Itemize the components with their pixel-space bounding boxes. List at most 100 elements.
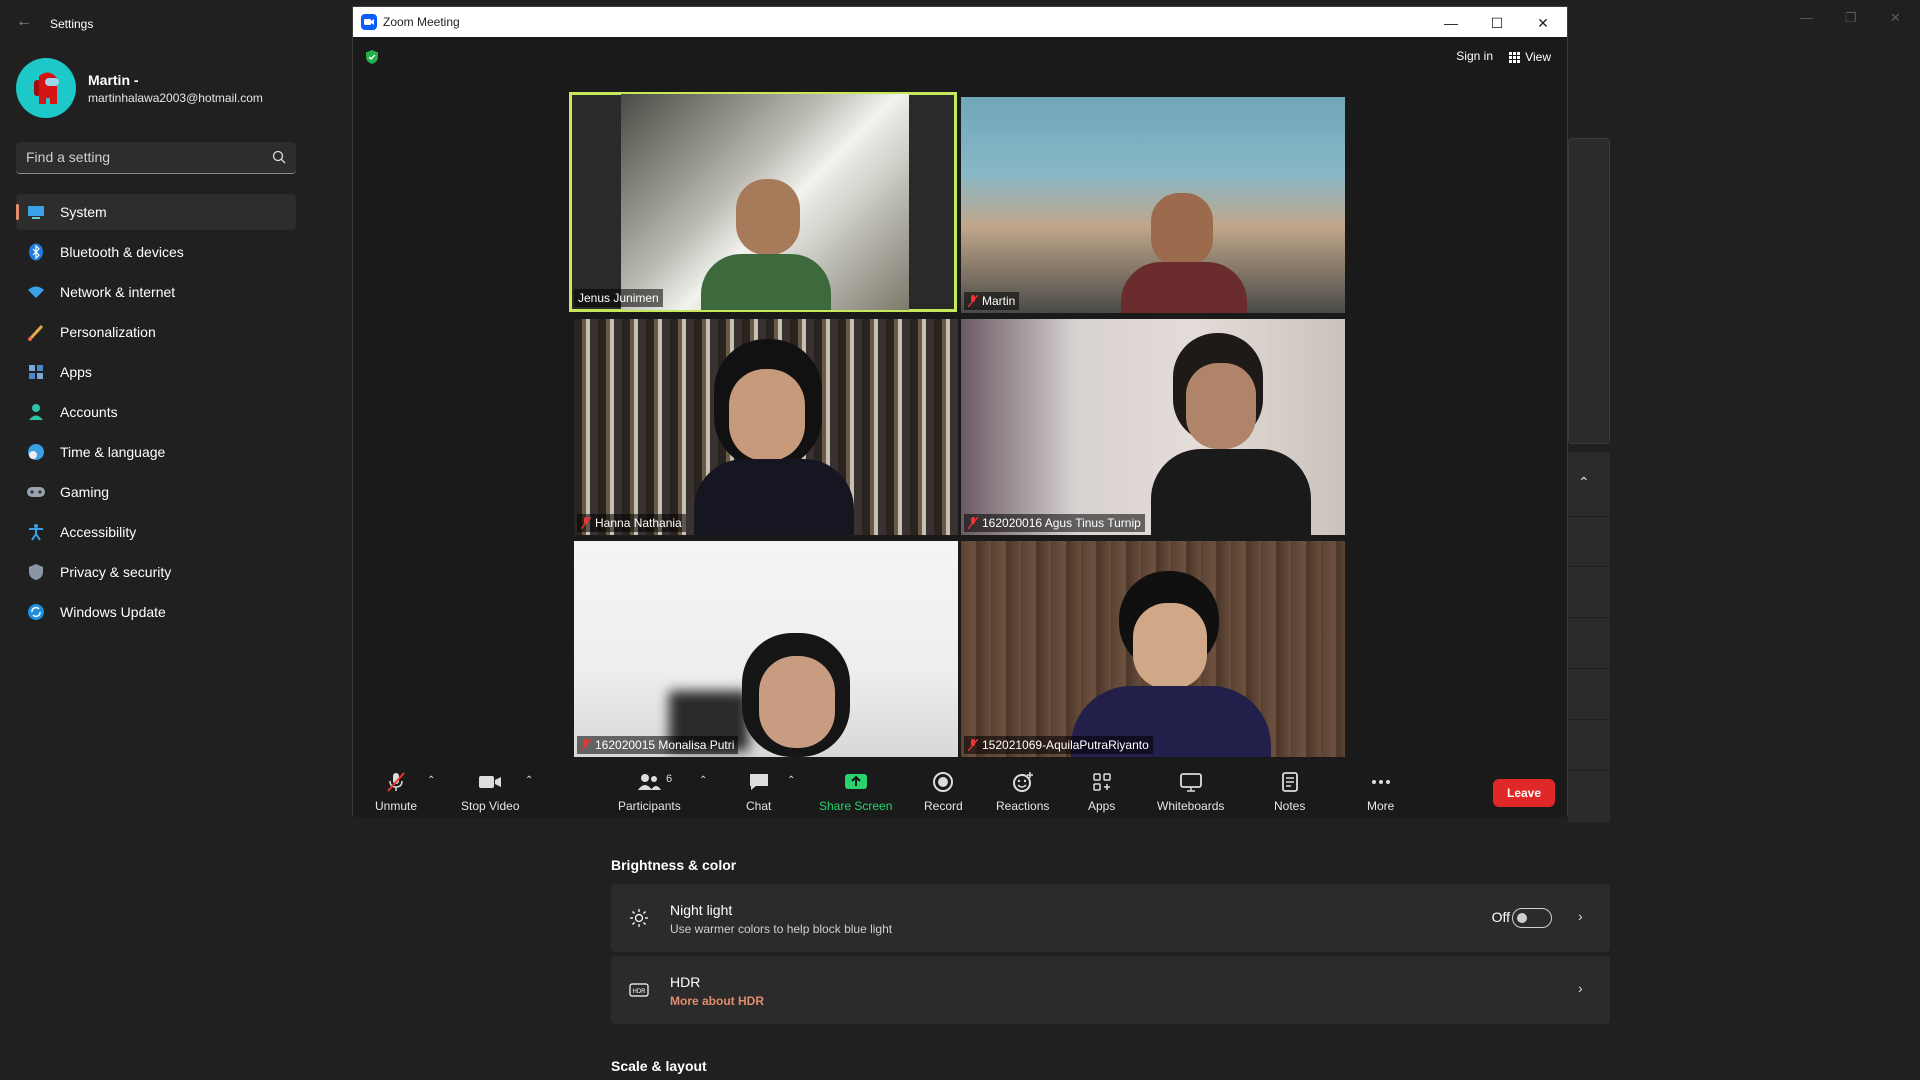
reactions-label: Reactions (996, 799, 1050, 813)
minimize-icon[interactable]: — (1800, 10, 1813, 25)
chevron-right-icon[interactable]: › (1578, 908, 1590, 928)
maximize-icon[interactable]: ☐ (1487, 13, 1507, 33)
zoom-titlebar: Zoom Meeting — ☐ ✕ (353, 7, 1567, 37)
view-button[interactable]: View (1509, 47, 1551, 67)
record-label: Record (924, 799, 963, 813)
participant-name-label: 162020015 Monalisa Putri (577, 736, 739, 754)
record-icon (933, 772, 954, 792)
participant-name: 162020016 Agus Tinus Turnip (982, 516, 1141, 530)
divider (1568, 566, 1610, 567)
notes-button[interactable]: Notes (1274, 771, 1305, 813)
nav-item-bluetooth[interactable]: Bluetooth & devices (16, 234, 296, 270)
restore-icon[interactable]: ❐ (1845, 10, 1857, 26)
muted-mic-icon (968, 295, 978, 307)
participants-count: 6 (666, 773, 673, 785)
minimize-icon[interactable]: — (1441, 13, 1461, 33)
participant-body (694, 459, 854, 535)
nav-item-accounts[interactable]: Accounts (16, 394, 296, 430)
search-input[interactable] (26, 142, 256, 172)
video-tile[interactable]: Hanna Nathania (574, 319, 958, 535)
leave-button[interactable]: Leave (1493, 779, 1555, 807)
nav-item-system[interactable]: System (16, 194, 296, 230)
divider (1568, 719, 1610, 720)
brightness-section-title: Brightness & color (611, 857, 737, 873)
hdr-card[interactable]: HDR HDR More about HDR › (611, 956, 1610, 1024)
audio-options-caret-icon[interactable]: ⌃ (427, 775, 435, 786)
search-icon[interactable] (272, 150, 286, 164)
chat-icon (749, 774, 768, 790)
nav-item-accessibility[interactable]: Accessibility (16, 514, 296, 550)
nav-item-network[interactable]: Network & internet (16, 274, 296, 310)
participants-icon (638, 774, 662, 790)
participant-body (701, 254, 831, 310)
reactions-button[interactable]: Reactions (996, 771, 1049, 813)
chat-button[interactable]: Chat (746, 771, 771, 813)
hdr-link[interactable]: More about HDR (670, 994, 764, 1008)
share-screen-icon (844, 774, 867, 789)
night-light-card[interactable]: Night light Use warmer colors to help bl… (611, 884, 1610, 952)
avatar[interactable] (16, 58, 76, 118)
muted-mic-icon (968, 739, 978, 751)
share-screen-label: Share Screen (819, 799, 893, 813)
nav-label: System (60, 204, 107, 220)
globe-clock-icon (26, 442, 46, 462)
video-tile[interactable]: 152021069-AquilaPutraRiyanto (961, 541, 1345, 757)
display-settings-rows (1568, 452, 1610, 822)
apps-icon (26, 362, 46, 382)
brush-icon (26, 322, 46, 342)
participant-name: 162020015 Monalisa Putri (595, 738, 735, 752)
participants-caret-icon[interactable]: ⌃ (699, 775, 707, 786)
more-button[interactable]: More (1367, 771, 1394, 813)
divider (1568, 770, 1610, 771)
update-icon (26, 602, 46, 622)
share-screen-button[interactable]: Share Screen (819, 771, 892, 813)
unmute-button[interactable]: Unmute (375, 771, 417, 813)
toggle-knob (1517, 913, 1527, 923)
video-tile[interactable]: 162020015 Monalisa Putri (574, 541, 958, 757)
participant-name-label: Hanna Nathania (577, 514, 686, 532)
whiteboards-button[interactable]: Whiteboards (1157, 771, 1224, 813)
video-camera-icon (479, 776, 502, 788)
nav-label: Time & language (60, 444, 166, 460)
settings-search[interactable] (16, 142, 296, 174)
video-options-caret-icon[interactable]: ⌃ (525, 775, 533, 786)
encryption-shield-icon[interactable] (365, 49, 379, 65)
back-arrow-icon[interactable]: ← (14, 12, 34, 32)
nav-item-privacy[interactable]: Privacy & security (16, 554, 296, 590)
participant-name: Hanna Nathania (595, 516, 682, 530)
nav-item-windows-update[interactable]: Windows Update (16, 594, 296, 630)
divider (1568, 617, 1610, 618)
nav-label: Accessibility (60, 524, 137, 540)
video-tile[interactable]: Jenus Junimen (569, 92, 957, 312)
sign-in-link[interactable]: Sign in (1456, 49, 1493, 63)
among-us-avatar-icon (34, 72, 59, 104)
participants-label: Participants (618, 799, 681, 813)
participant-name-label: 162020016 Agus Tinus Turnip (964, 514, 1145, 532)
notes-label: Notes (1274, 799, 1306, 813)
apps-button[interactable]: Apps (1088, 771, 1115, 813)
hdr-title: HDR (670, 974, 701, 990)
chat-caret-icon[interactable]: ⌃ (787, 775, 795, 786)
night-light-toggle[interactable] (1512, 908, 1552, 928)
nav-item-gaming[interactable]: Gaming (16, 474, 296, 510)
nav-item-apps[interactable]: Apps (16, 354, 296, 390)
shield-icon (26, 562, 46, 582)
chevron-right-icon[interactable]: › (1578, 980, 1590, 1000)
close-icon[interactable]: ✕ (1533, 13, 1553, 33)
hdr-icon: HDR (629, 983, 649, 997)
chevron-up-icon[interactable]: ⌃ (1578, 474, 1590, 491)
participant-body (1151, 449, 1311, 535)
video-tile[interactable]: 162020016 Agus Tinus Turnip (961, 319, 1345, 535)
video-tile[interactable]: Martin (961, 97, 1345, 313)
stop-video-button[interactable]: Stop Video (461, 771, 520, 813)
night-light-state: Off (1491, 909, 1510, 925)
zoom-logo-icon (361, 14, 377, 30)
nav-label: Windows Update (60, 604, 166, 620)
participant-name-label: 152021069-AquilaPutraRiyanto (964, 736, 1153, 754)
close-icon[interactable]: ✕ (1890, 10, 1901, 26)
monitor-icon (26, 202, 46, 222)
nav-item-time-language[interactable]: Time & language (16, 434, 296, 470)
svg-text:HDR: HDR (633, 989, 647, 995)
record-button[interactable]: Record (924, 771, 963, 813)
nav-item-personalization[interactable]: Personalization (16, 314, 296, 350)
